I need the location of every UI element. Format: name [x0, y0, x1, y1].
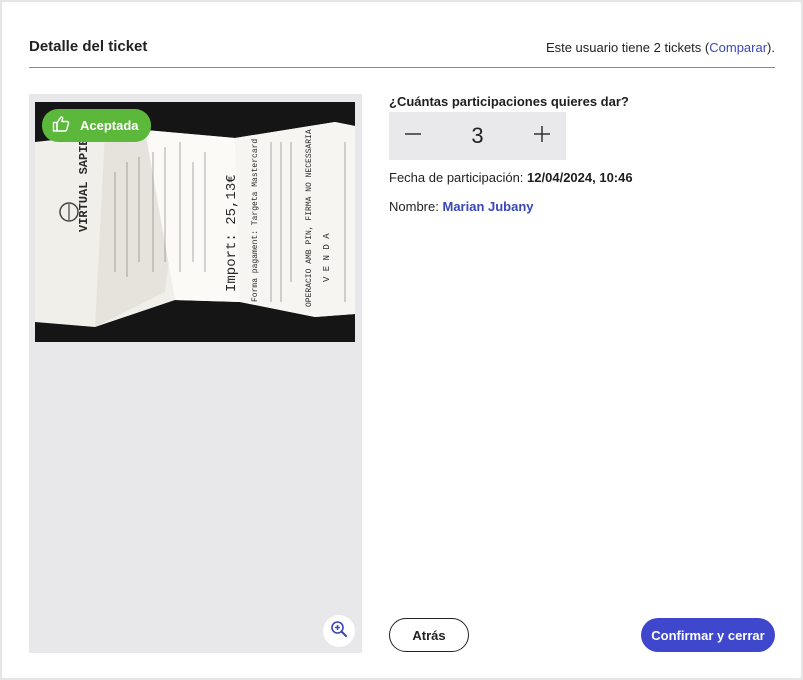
- increment-button[interactable]: [524, 118, 560, 154]
- name-label: Nombre:: [389, 199, 439, 214]
- tickets-info: Este usuario tiene 2 tickets (Comparar).: [546, 40, 775, 55]
- receipt-payment-text: Forma pagament: Targeta Mastercard: [251, 139, 260, 302]
- date-value: 12/04/2024, 10:46: [527, 170, 633, 185]
- date-label: Fecha de participación:: [389, 170, 524, 185]
- plus-icon: [532, 124, 552, 149]
- ticket-image-panel: VIRTUAL SAPIENS Import: 25,13€ Forma pag…: [29, 94, 362, 653]
- receipt-import-text: Import: 25,13€: [224, 174, 240, 292]
- accepted-status-badge: Aceptada: [42, 109, 151, 142]
- page-title: Detalle del ticket: [29, 38, 148, 55]
- participations-stepper: 3: [389, 112, 566, 160]
- name-value-link[interactable]: Marian Jubany: [442, 199, 533, 214]
- participation-date: Fecha de participación: 12/04/2024, 10:4…: [389, 170, 633, 185]
- zoom-button[interactable]: [323, 615, 355, 647]
- ticket-detail-modal: Detalle del ticket Este usuario tiene 2 …: [2, 2, 801, 678]
- back-button[interactable]: Atrás: [389, 618, 469, 652]
- modal-header: Detalle del ticket Este usuario tiene 2 …: [29, 38, 775, 68]
- receipt-signature-text: OPERACIO AMB PIN, FIRMA NO NECESSARIA: [305, 129, 314, 307]
- zoom-in-icon: [330, 620, 348, 643]
- status-badge-label: Aceptada: [80, 118, 139, 133]
- tickets-info-prefix: Este usuario tiene 2 tickets (: [545, 40, 710, 55]
- compare-link[interactable]: Comparar: [709, 40, 767, 55]
- participations-question: ¿Cuántas participaciones quieres dar?: [389, 94, 629, 109]
- participant-name: Nombre: Marian Jubany: [389, 199, 534, 214]
- tickets-info-suffix: ).: [767, 40, 775, 55]
- receipt-venda-text: V E N D A: [322, 233, 332, 282]
- thumbs-up-icon: [52, 115, 70, 136]
- confirm-close-button[interactable]: Confirmar y cerrar: [641, 618, 775, 652]
